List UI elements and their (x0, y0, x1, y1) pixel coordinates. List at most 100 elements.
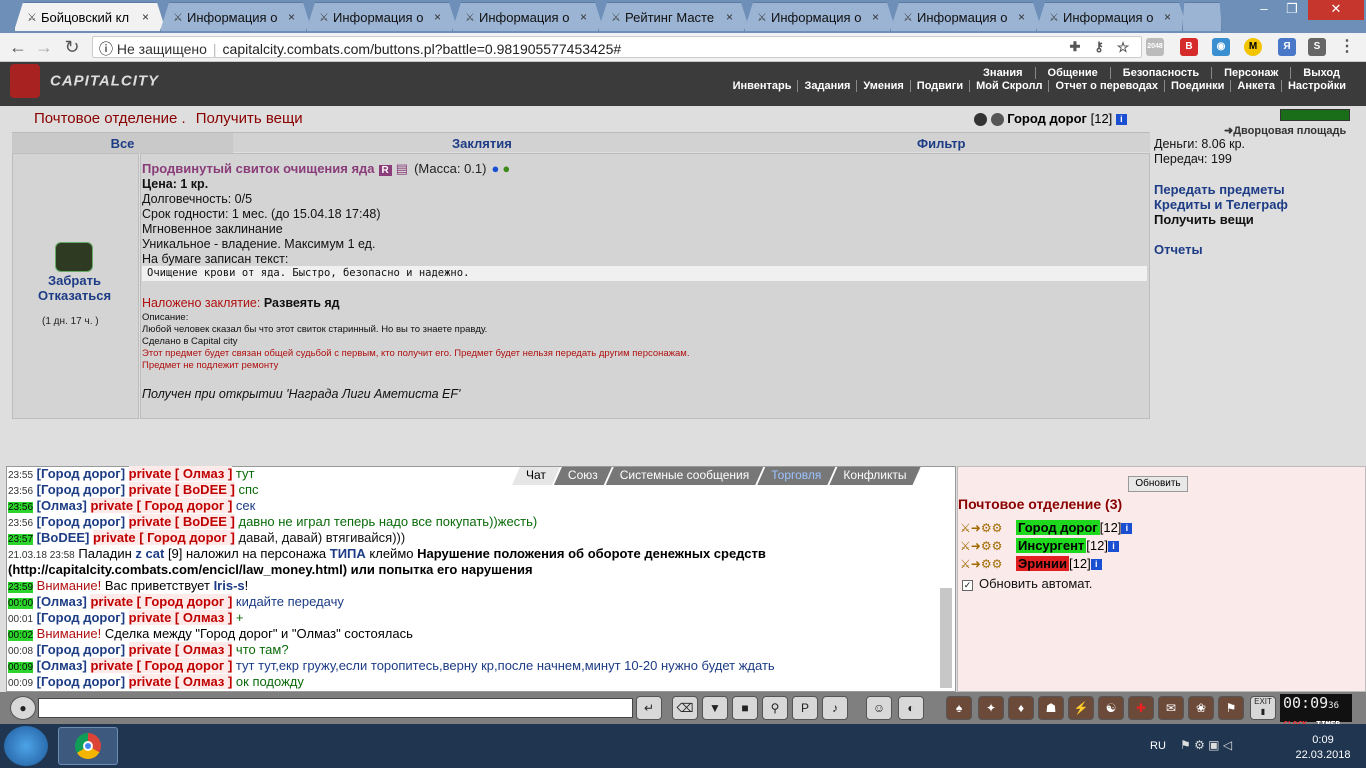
menu-item[interactable]: Задания (797, 80, 856, 92)
reports-link[interactable]: Отчеты (1154, 242, 1203, 257)
chat-nick[interactable]: [Город дорог] (37, 642, 125, 657)
chat-timestamp[interactable]: 23:59 (8, 582, 34, 593)
chat-timestamp[interactable]: 23:57 (8, 534, 34, 545)
refuse-link[interactable]: Отказаться (38, 288, 111, 303)
eraser-icon[interactable]: ⌫ (672, 696, 698, 720)
chat-nick[interactable]: [Олмаз] (37, 594, 87, 609)
menu-item[interactable]: Отчет о переводах (1048, 80, 1164, 92)
action3-icon[interactable]: ♦ (1008, 696, 1034, 720)
user-nick[interactable]: Инсургент (1016, 538, 1087, 553)
chat-private[interactable]: private [ BoDEE ] (128, 514, 235, 529)
chat-nick[interactable]: [Город дорог] (37, 482, 125, 497)
chat-nick[interactable]: [Олмаз] (37, 658, 87, 673)
maximize-icon[interactable]: ❐ (1278, 0, 1306, 20)
ext-weather-icon[interactable]: ◉ (1212, 38, 1230, 56)
browser-tab[interactable]: ⚔ Рейтинг Масте × (598, 2, 750, 31)
chat-timestamp[interactable]: 23:55 (8, 470, 33, 481)
chat-private[interactable]: private [ Олмаз ] (128, 642, 233, 657)
info-icon[interactable]: i (1121, 523, 1133, 535)
tab-close-icon[interactable]: × (434, 10, 441, 24)
bookmark-star-icon[interactable]: ☆ (1114, 38, 1132, 56)
private-icon[interactable]: P (792, 696, 818, 720)
chat-nick[interactable]: [Город дорог] (37, 466, 125, 481)
chat-nick[interactable]: [Олмаз] (37, 498, 87, 513)
refresh-button[interactable]: Обновить (1128, 476, 1188, 492)
info-icon[interactable]: ⓘ (99, 41, 113, 57)
chat-timestamp[interactable]: 00:00 (8, 598, 34, 609)
chat-timestamp[interactable]: 00:09 (8, 662, 34, 673)
browser-tab[interactable]: ⚔ Информация о × (744, 2, 896, 31)
browser-tab[interactable]: ⚔ Информация о × (306, 2, 458, 31)
info-icon[interactable]: i (1090, 559, 1102, 571)
menu-item[interactable]: Общение (1034, 67, 1110, 79)
filter-icon[interactable]: ▼ (702, 696, 728, 720)
new-tab-button[interactable] (1182, 2, 1222, 31)
chat-input[interactable] (38, 698, 633, 718)
menu-item[interactable]: Подвиги (909, 80, 969, 92)
receive-items-link[interactable]: Получить вещи (1154, 212, 1254, 227)
menu-item[interactable]: Поединки (1163, 80, 1230, 92)
chat-private[interactable]: private [ Город дорог ] (90, 658, 233, 673)
location-link[interactable]: ➜Дворцовая площадь (1224, 124, 1346, 137)
chat-timestamp[interactable]: 00:09 (8, 678, 33, 689)
exit-button[interactable]: EXIT ▮ (1250, 696, 1276, 720)
ext-r-icon[interactable]: Я (1278, 38, 1296, 56)
tab-close-icon[interactable]: × (872, 10, 879, 24)
tab-close-icon[interactable]: × (726, 10, 733, 24)
chat-nick[interactable]: [BoDEE] (37, 530, 90, 545)
chat-private[interactable]: private [ Олмаз ] (128, 674, 233, 689)
forward-icon[interactable]: → (32, 37, 56, 58)
tab-filter[interactable]: Фильтр (917, 136, 966, 151)
browser-tab[interactable]: ⚔ Информация о × (452, 2, 604, 31)
action1-icon[interactable]: ♠ (946, 696, 972, 720)
smile-icon[interactable]: ☺ (866, 696, 892, 720)
chat-tab[interactable]: Системные сообщения (606, 467, 764, 485)
menu-item[interactable]: Безопасность (1109, 67, 1211, 79)
chat-tab[interactable]: Союз (554, 467, 612, 485)
chat-nick[interactable]: [Город дорог] (37, 514, 125, 529)
chrome-taskbar-button[interactable] (58, 727, 118, 765)
send-items-link[interactable]: Передать предметы (1154, 182, 1285, 197)
key-icon[interactable]: ⚷ (1090, 38, 1108, 56)
chat-timestamp[interactable]: 00:02 (8, 630, 34, 641)
tab-close-icon[interactable]: × (288, 10, 295, 24)
back-icon[interactable]: ← (6, 37, 30, 58)
chat-nick[interactable]: [Город дорог] (37, 610, 125, 625)
info-icon[interactable]: i (1107, 541, 1119, 553)
browser-tab[interactable]: ⚔ Информация о × (160, 2, 312, 31)
paladin-nick[interactable]: z cat (135, 546, 164, 561)
menu-item[interactable]: Мой Скролл (969, 80, 1048, 92)
chat-nick[interactable]: [Город дорог] (37, 674, 125, 689)
tab-close-icon[interactable]: × (580, 10, 587, 24)
tray-icons[interactable]: ⚑ ⚙ ▣ ◁ (1180, 738, 1232, 752)
browser-tab[interactable]: ⚔ Информация о × (1036, 2, 1188, 31)
chat-timestamp[interactable]: 23:56 (8, 502, 34, 513)
menu-item[interactable]: Выход (1290, 67, 1352, 79)
target-nick[interactable]: ТИПА (330, 546, 366, 561)
action8-icon[interactable]: ✉ (1158, 696, 1184, 720)
chat-mode-icon[interactable]: ● (10, 696, 36, 720)
menu-item[interactable]: Знания (971, 67, 1034, 79)
minimize-icon[interactable]: – (1250, 0, 1278, 20)
walk-icon[interactable]: ⚲ (762, 696, 788, 720)
chat-timestamp[interactable]: 00:01 (8, 614, 33, 625)
action9-icon[interactable]: ❀ (1188, 696, 1214, 720)
start-button[interactable] (4, 726, 48, 766)
action6-icon[interactable]: ☯ (1098, 696, 1124, 720)
action2-icon[interactable]: ✦ (978, 696, 1004, 720)
chat-timestamp[interactable]: 23:56 (8, 486, 33, 497)
chat-private[interactable]: private [ Олмаз ] (128, 466, 233, 481)
chat-private[interactable]: private [ Город дорог ] (93, 530, 235, 545)
chat-private[interactable]: private [ Город дорог ] (90, 594, 233, 609)
info-icon[interactable]: i (1115, 114, 1127, 126)
save-icon[interactable]: ■ (732, 696, 758, 720)
chrome-menu-icon[interactable]: ⋮ (1338, 38, 1356, 56)
menu-item[interactable]: Инвентарь (727, 80, 798, 92)
user-align-icons[interactable]: ⚔➜⚙⚙ (960, 539, 1016, 553)
browser-tab[interactable]: ⚔ Информация о × (890, 2, 1042, 31)
menu-item[interactable]: Персонаж (1211, 67, 1290, 79)
chat-scrollbar[interactable] (940, 588, 952, 688)
language-indicator[interactable]: RU (1150, 740, 1166, 752)
chat-private[interactable]: private [ Город дорог ] (90, 498, 233, 513)
tab-all[interactable]: Все (12, 133, 233, 153)
